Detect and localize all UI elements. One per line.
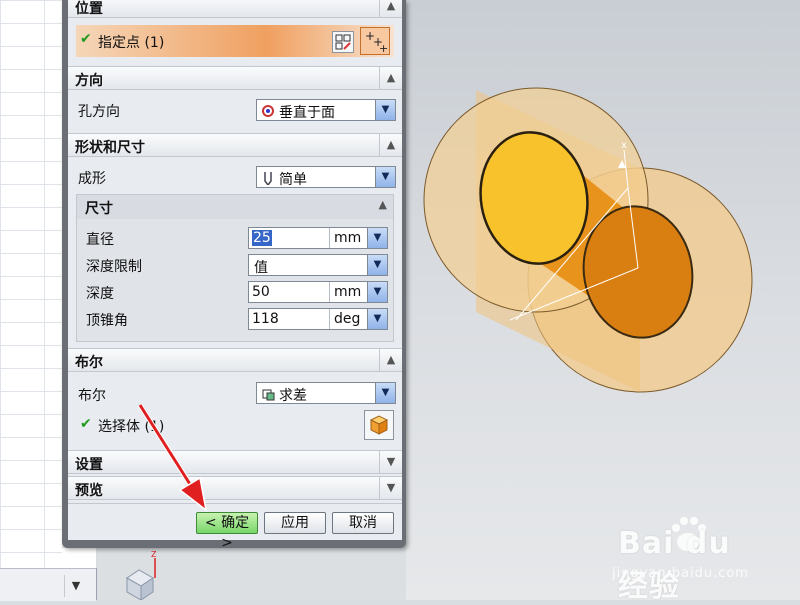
watermark-url: jingyan.baidu.com (612, 566, 749, 581)
annotation-layer (137, 403, 208, 512)
baidu-watermark: Bai du 经验 jingyan.baidu.com (612, 514, 762, 604)
annotation-arrow-head-icon (178, 476, 208, 512)
annotation-arrow-shaft (138, 404, 195, 490)
